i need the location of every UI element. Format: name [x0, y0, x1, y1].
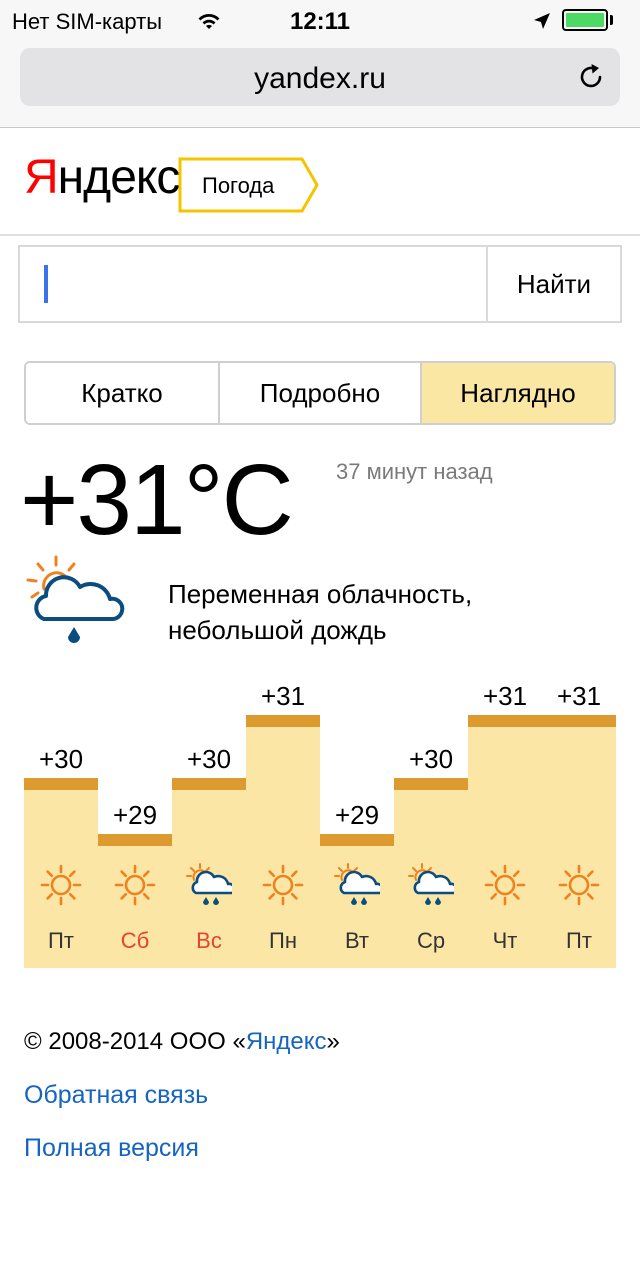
- copyright-prefix: © 2008-2014 ООО «: [24, 1028, 246, 1055]
- forecast-day-label: Чт: [492, 928, 518, 953]
- sun-icon: [114, 864, 156, 906]
- current-temperature: +31°C: [20, 444, 294, 556]
- cloud-rain-icon: [334, 863, 380, 905]
- condition-line-2: небольшой дождь: [168, 615, 387, 645]
- copyright: © 2008-2014 ООО «Яндекс»: [24, 1028, 340, 1056]
- forecast-bar-cap: [24, 778, 98, 790]
- full-version-link[interactable]: Полная версия: [24, 1134, 199, 1163]
- forecast-day: +31 Чт: [468, 670, 542, 968]
- forecast-day-label: Пт: [566, 928, 592, 953]
- reload-icon[interactable]: [576, 62, 606, 92]
- cloud-rain-icon: [408, 863, 454, 905]
- forecast-temp: +31: [482, 681, 528, 711]
- forecast-chart: +30 Пт +29 Сб +30 Вс +31 Пн +29 Вт +30 Ср +31 Чт +31 Пт: [24, 670, 616, 968]
- location-arrow-icon: [534, 13, 550, 29]
- forecast-day: +30 Пт: [24, 670, 98, 968]
- service-label: Погода: [202, 173, 275, 198]
- forecast-bar-cap: [394, 778, 468, 790]
- status-bar: Нет SIM-карты 12:11: [0, 0, 640, 40]
- cloud-rain-icon: [186, 863, 232, 905]
- browser-toolbar: yandex.ru: [0, 40, 640, 128]
- tab-brief[interactable]: Кратко: [26, 363, 220, 423]
- condition-line-1: Переменная облачность,: [168, 579, 473, 609]
- feedback-link[interactable]: Обратная связь: [24, 1081, 208, 1110]
- forecast-bar-cap: [172, 778, 246, 790]
- forecast-temp: +30: [186, 744, 232, 774]
- copyright-yandex-link[interactable]: Яндекс: [246, 1028, 327, 1055]
- forecast-bar-cap: [468, 715, 542, 727]
- battery-tip: [610, 15, 613, 25]
- forecast-day: +29 Вт: [320, 670, 394, 968]
- forecast-day-label: Вс: [196, 928, 222, 953]
- forecast-temp: +30: [408, 744, 454, 774]
- battery-icon: [562, 9, 608, 31]
- address-bar[interactable]: yandex.ru: [20, 48, 620, 106]
- forecast-day: +29 Сб: [98, 670, 172, 968]
- logo-rest: ндекс: [57, 151, 181, 204]
- forecast-day: +31 Пт: [542, 670, 616, 968]
- forecast-bar-cap: [246, 715, 320, 727]
- forecast-day-label: Вт: [344, 928, 370, 953]
- url-text[interactable]: yandex.ru: [20, 62, 620, 96]
- forecast-bar-cap: [98, 834, 172, 846]
- sun-icon: [262, 864, 304, 906]
- search-button[interactable]: Найти: [486, 247, 620, 321]
- tab-detailed[interactable]: Подробно: [220, 363, 422, 423]
- weather-condition: Переменная облачность, небольшой дождь: [168, 576, 588, 648]
- logo-letter: Я: [24, 151, 59, 204]
- forecast-day-label: Пт: [48, 928, 74, 953]
- forecast-temp: +31: [556, 681, 602, 711]
- partly-cloudy-rain-icon: [26, 555, 125, 643]
- forecast-temp: +31: [260, 681, 306, 711]
- forecast-day-label: Ср: [416, 928, 446, 953]
- tab-visual[interactable]: Наглядно: [422, 363, 614, 423]
- sun-icon: [484, 864, 526, 906]
- sun-icon: [558, 864, 600, 906]
- forecast-day: +30 Ср: [394, 670, 468, 968]
- update-time: 37 минут назад: [336, 459, 493, 484]
- forecast-temp: +30: [38, 744, 84, 774]
- view-mode-tabs: Кратко Подробно Наглядно: [24, 361, 616, 425]
- service-tag[interactable]: Погода: [178, 157, 320, 213]
- header-divider: [0, 234, 640, 236]
- sun-icon: [40, 864, 82, 906]
- forecast-day: +30 Вс: [172, 670, 246, 968]
- forecast-bar-cap: [542, 715, 616, 727]
- forecast-temp: +29: [112, 800, 158, 830]
- text-caret: [44, 265, 48, 303]
- search-form: Найти: [18, 245, 622, 323]
- forecast-temp: +29: [334, 800, 380, 830]
- search-input[interactable]: [20, 247, 486, 321]
- yandex-logo[interactable]: Яндекс: [24, 150, 181, 205]
- forecast-bar-cap: [320, 834, 394, 846]
- copyright-suffix: »: [326, 1028, 340, 1055]
- forecast-day-label: Пн: [269, 928, 297, 953]
- forecast-day-label: Сб: [120, 928, 150, 953]
- forecast-day: +31 Пн: [246, 670, 320, 968]
